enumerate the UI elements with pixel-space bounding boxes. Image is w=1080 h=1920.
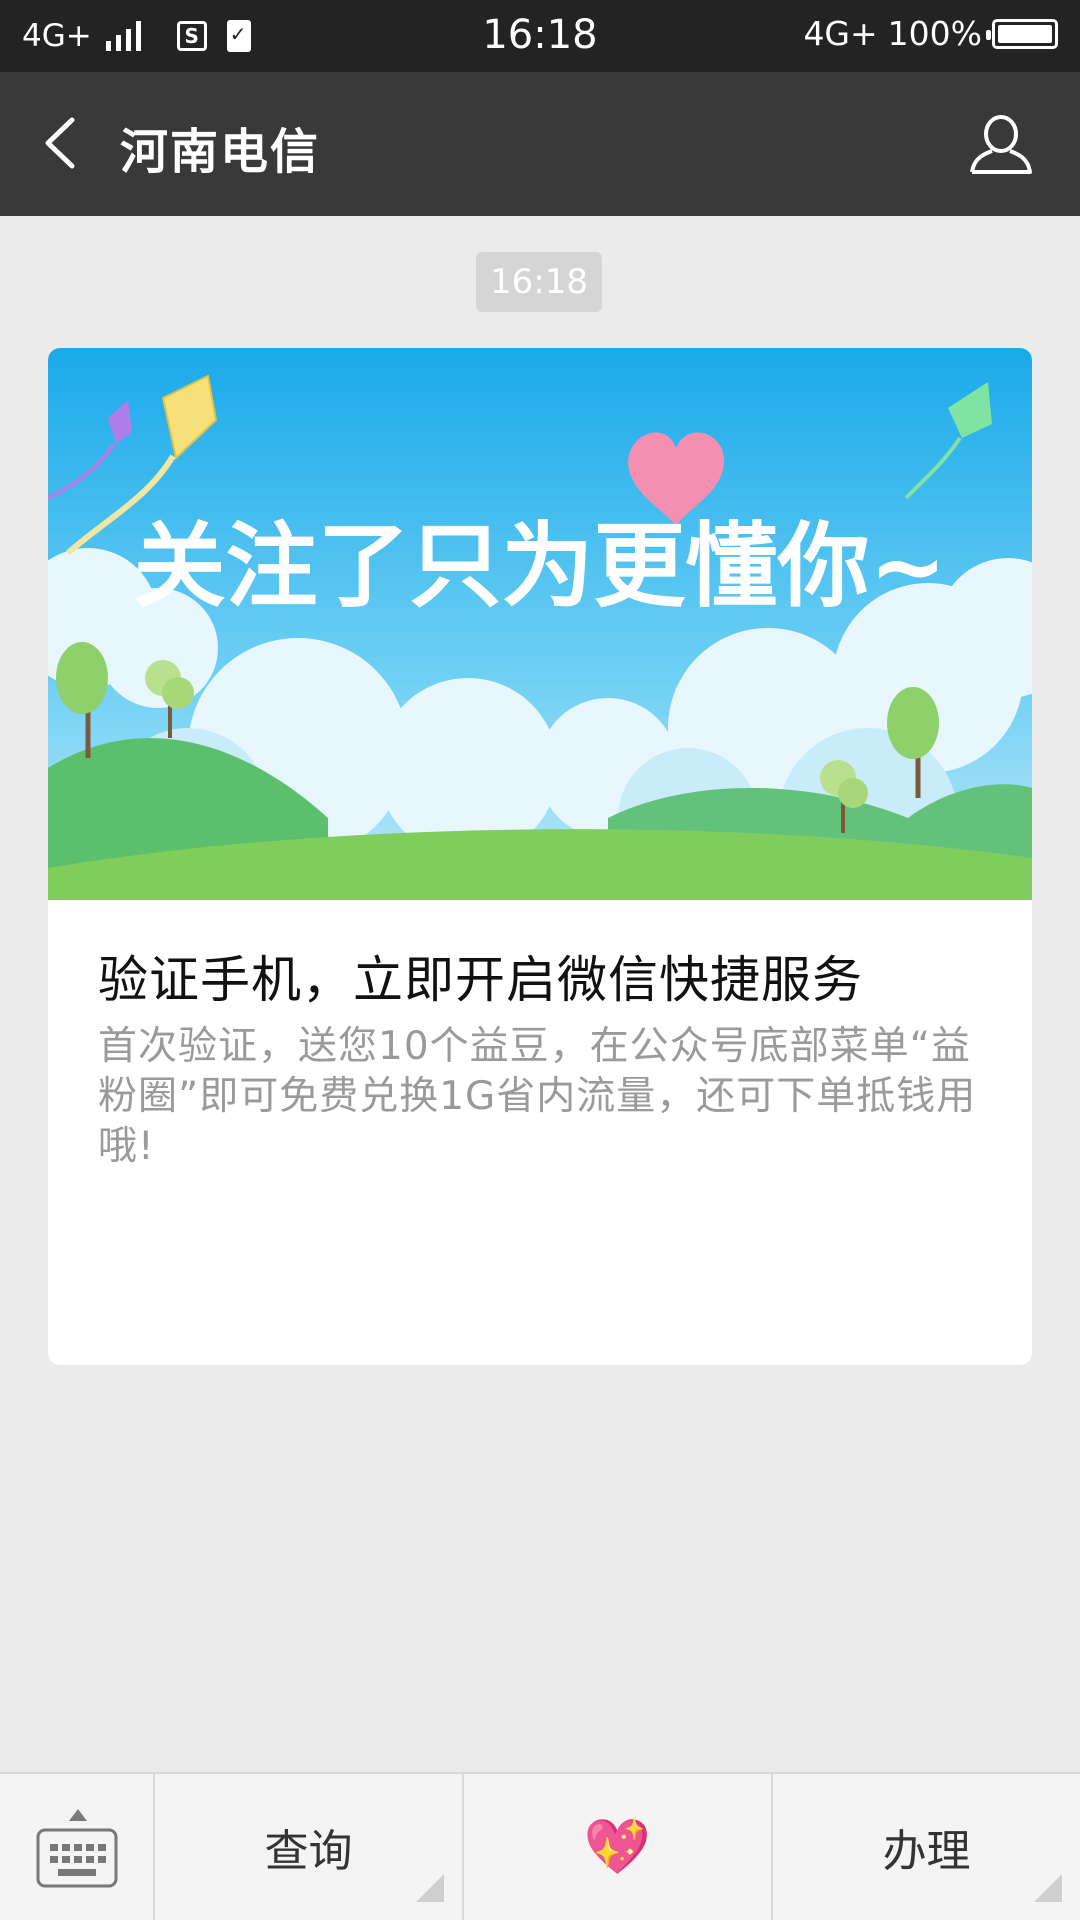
- banner-text: 关注了只为更懂你~: [133, 513, 946, 620]
- person-icon[interactable]: [966, 110, 1036, 180]
- menu-item-query-label: 查询: [264, 1826, 353, 1877]
- expand-up-icon: [69, 1809, 87, 1821]
- menu-item-query[interactable]: 查询: [155, 1774, 464, 1920]
- network-type-right: 4G+: [803, 14, 878, 53]
- article-card[interactable]: 关注了只为更懂你~ 验证手机，立即开启微信快捷服务 首次验证，送您10个益豆，在…: [48, 348, 1032, 1365]
- status-right: 4G+ 100%: [803, 14, 1058, 53]
- message-timestamp: 16:18: [476, 252, 602, 312]
- keyboard-icon: [36, 1828, 118, 1888]
- chat-header: 河南电信: [0, 72, 1080, 216]
- status-bar: 4G+ S 16:18 4G+ 100%: [0, 0, 1080, 72]
- bottom-menu-bar: 查询 💖 办理: [0, 1772, 1080, 1920]
- card-description: 首次验证，送您10个益豆，在公众号底部菜单“益粉圈”即可免费兑换1G省内流量，还…: [98, 1024, 977, 1169]
- menu-item-handle-label: 办理: [882, 1826, 971, 1877]
- banner-image: 关注了只为更懂你~: [48, 348, 1032, 900]
- battery-icon: [986, 18, 1058, 49]
- submenu-indicator-icon: [1034, 1874, 1062, 1902]
- sparkling-heart-icon: 💖: [583, 1815, 652, 1878]
- menu-item-heart[interactable]: 💖: [464, 1774, 773, 1920]
- menu-item-handle[interactable]: 办理: [773, 1774, 1080, 1920]
- battery-fill: [998, 24, 1052, 43]
- chat-title: 河南电信: [120, 124, 321, 180]
- battery-percent: 100%: [887, 14, 982, 53]
- submenu-indicator-icon: [416, 1874, 444, 1902]
- card-title: 验证手机，立即开启微信快捷服务: [98, 951, 863, 1009]
- keyboard-toggle[interactable]: [0, 1774, 155, 1920]
- back-arrow-icon[interactable]: [32, 108, 102, 178]
